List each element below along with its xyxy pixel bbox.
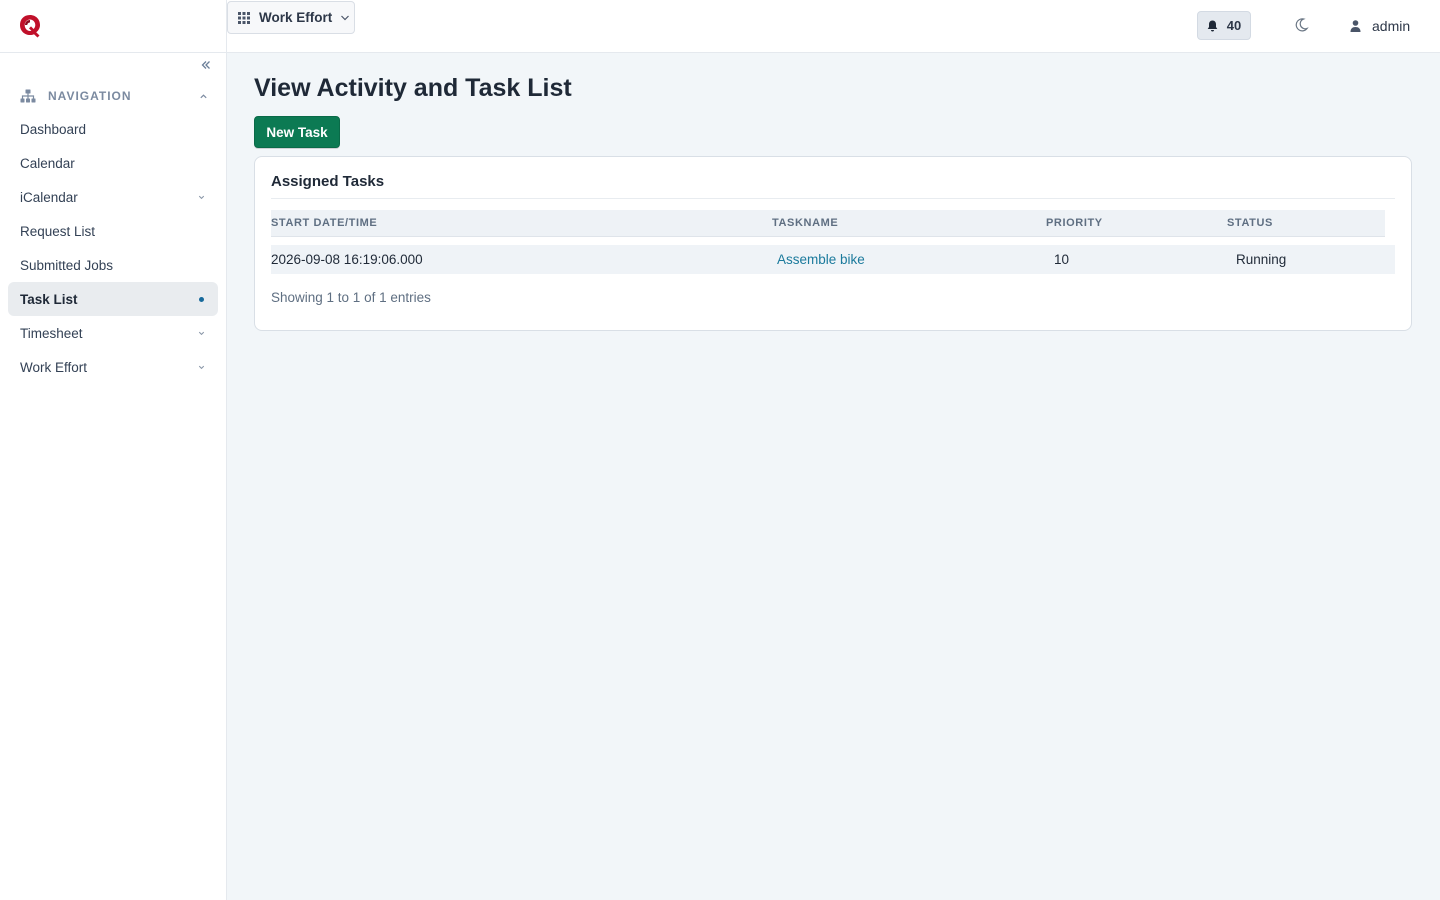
sidebar-item-timesheet[interactable]: Timesheet: [8, 316, 218, 350]
card-title: Assigned Tasks: [271, 173, 385, 190]
theme-toggle-button[interactable]: [1293, 17, 1309, 33]
module-switcher-label: Work Effort: [259, 10, 333, 25]
sidebar-item-request-list[interactable]: Request List: [8, 214, 218, 248]
moon-icon: [1295, 18, 1309, 32]
chevron-down-icon: [198, 195, 205, 199]
top-bar: Work Effort 40 admin: [227, 0, 1440, 53]
table-header: START DATE/TIME TASKNAME PRIORITY STATUS: [271, 210, 1385, 237]
notifications-button[interactable]: 40: [1197, 11, 1251, 40]
chevron-down-icon: [198, 331, 205, 335]
logo-area: [0, 0, 226, 53]
assigned-tasks-card: Assigned Tasks START DATE/TIME TASKNAME …: [254, 156, 1412, 331]
sidebar-item-label: iCalendar: [20, 189, 78, 205]
user-menu[interactable]: admin: [1350, 16, 1410, 36]
sidebar: NAVIGATION Dashboard Calendar iCalendar …: [0, 0, 227, 900]
chevron-down-icon: [341, 15, 350, 20]
sidebar-nav-list: Dashboard Calendar iCalendar Request Lis…: [8, 112, 218, 384]
sidebar-item-label: Timesheet: [20, 325, 83, 341]
navigation-section-label: NAVIGATION: [48, 89, 132, 103]
double-chevron-left-icon: [201, 61, 210, 69]
sidebar-item-label: Submitted Jobs: [20, 257, 114, 273]
bell-icon: [1207, 20, 1218, 31]
cell-start-date: 2026-09-08 16:19:06.000: [271, 252, 423, 267]
app-logo[interactable]: [19, 14, 41, 38]
sitemap-icon: [20, 89, 36, 103]
notifications-count: 40: [1226, 18, 1242, 33]
active-indicator-dot: [199, 296, 204, 302]
sidebar-item-label: Request List: [20, 223, 96, 239]
task-link[interactable]: Assemble bike: [777, 252, 865, 267]
sidebar-item-submitted-jobs[interactable]: Submitted Jobs: [8, 248, 218, 282]
navigation-section-toggle[interactable]: NAVIGATION: [20, 86, 216, 106]
sidebar-item-work-effort[interactable]: Work Effort: [8, 350, 218, 384]
sidebar-item-label: Dashboard: [20, 121, 87, 137]
column-header-priority[interactable]: PRIORITY: [1046, 217, 1103, 229]
sidebar-item-label: Task List: [20, 291, 78, 307]
column-header-status[interactable]: STATUS: [1227, 217, 1273, 229]
sidebar-item-task-list[interactable]: Task List: [8, 282, 218, 316]
module-switcher-dropdown[interactable]: Work Effort: [227, 1, 355, 34]
column-header-start-date[interactable]: START DATE/TIME: [271, 217, 377, 229]
chevron-down-icon: [198, 365, 205, 369]
page-title: View Activity and Task List: [254, 74, 572, 102]
chevron-up-icon: [200, 93, 207, 98]
sidebar-item-dashboard[interactable]: Dashboard: [8, 112, 218, 146]
new-task-button[interactable]: New Task: [254, 116, 340, 148]
cell-priority: 10: [1054, 252, 1070, 267]
collapse-sidebar-button[interactable]: [198, 57, 214, 73]
entries-info: Showing 1 to 1 of 1 entries: [271, 290, 431, 305]
cell-status: Running: [1236, 252, 1287, 267]
grid-icon: [238, 11, 250, 24]
divider: [271, 198, 1395, 199]
sidebar-item-icalendar[interactable]: iCalendar: [8, 180, 218, 214]
sidebar-item-label: Work Effort: [20, 359, 88, 375]
column-header-taskname[interactable]: TASKNAME: [772, 217, 838, 229]
username-label: admin: [1372, 18, 1411, 34]
sidebar-item-calendar[interactable]: Calendar: [8, 146, 218, 180]
table-row: 2026-09-08 16:19:06.000 Assemble bike 10…: [271, 245, 1395, 274]
user-icon: [1350, 20, 1361, 32]
sidebar-item-label: Calendar: [20, 155, 75, 171]
